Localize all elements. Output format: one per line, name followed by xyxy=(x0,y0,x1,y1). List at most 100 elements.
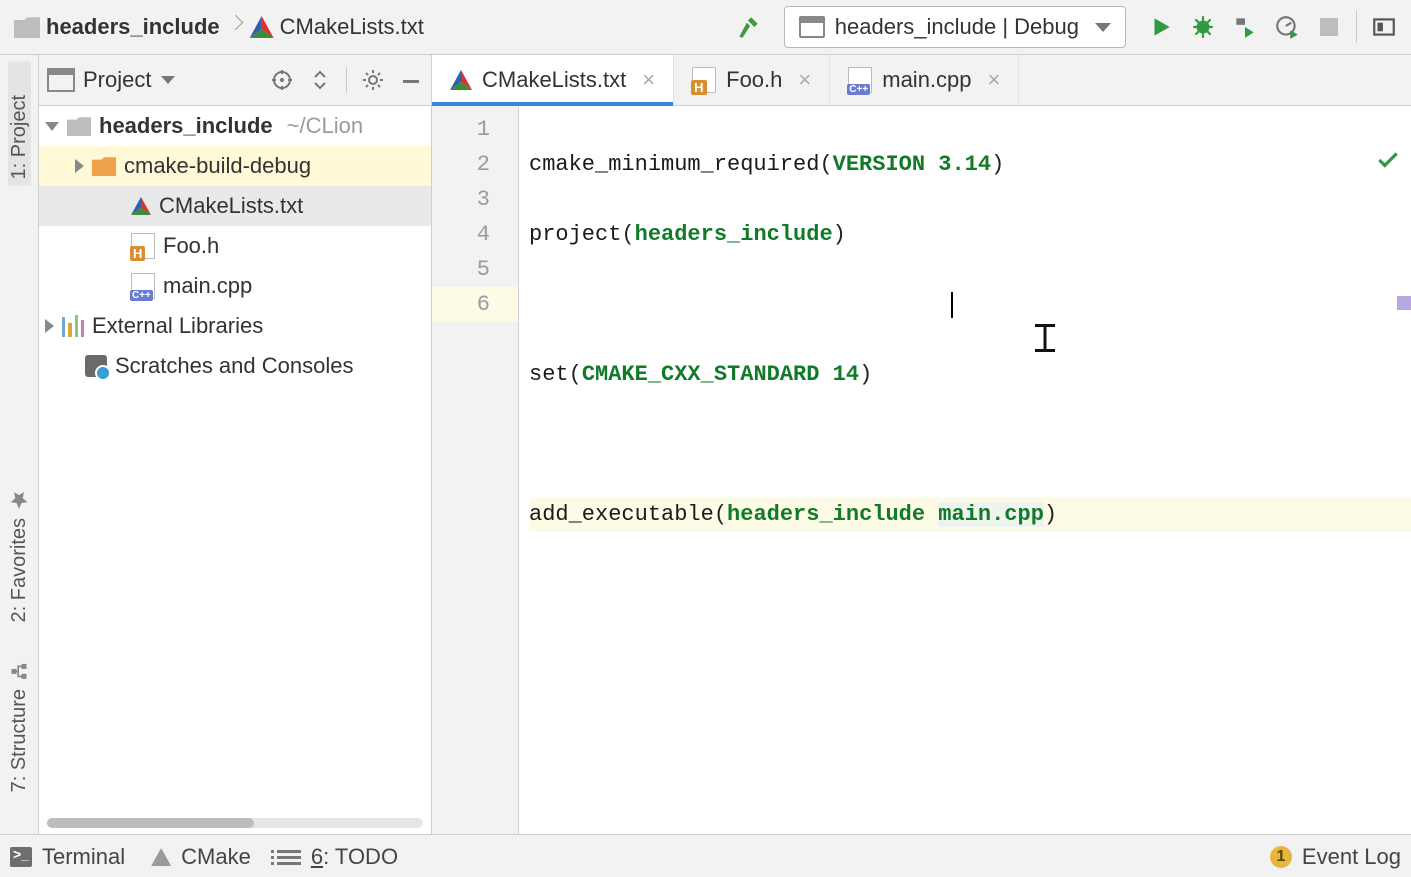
side-tab-favorites-label: 2: Favorites xyxy=(8,518,31,622)
tree-node-external-libraries[interactable]: External Libraries xyxy=(39,306,431,346)
run-button[interactable] xyxy=(1140,6,1182,48)
navigation-breadcrumb: headers_include CMakeLists.txt xyxy=(6,14,424,40)
tree-node-cmakelists[interactable]: CMakeLists.txt xyxy=(39,186,431,226)
locate-file-button[interactable] xyxy=(270,68,294,92)
editor-tab-foo-h[interactable]: Foo.h × xyxy=(674,55,830,105)
gutter-line-number: 6 xyxy=(432,287,518,322)
tree-node-label: main.cpp xyxy=(163,273,252,299)
scrollbar-thumb[interactable] xyxy=(47,818,254,828)
event-log-button[interactable]: 1 Event Log xyxy=(1270,844,1401,870)
expand-arrow-icon[interactable] xyxy=(45,319,54,333)
editor-area: CMakeLists.txt × Foo.h × main.cpp × 1 2 … xyxy=(432,55,1411,834)
project-tree[interactable]: headers_include ~/CLion cmake-build-debu… xyxy=(39,106,431,834)
side-tab-structure[interactable]: 7: Structure xyxy=(8,655,31,798)
editor-tab-label: Foo.h xyxy=(726,67,782,93)
editor-tab-bar: CMakeLists.txt × Foo.h × main.cpp × xyxy=(432,55,1411,106)
tree-node-path-hint: ~/CLion xyxy=(287,113,363,139)
tool-tab-terminal[interactable]: Terminal xyxy=(10,844,125,870)
editor-gutter[interactable]: 1 2 3 4 5 6 xyxy=(432,106,519,834)
build-button[interactable] xyxy=(728,6,770,48)
editor-tab-main-cpp[interactable]: main.cpp × xyxy=(830,55,1019,105)
tree-node-main-cpp[interactable]: main.cpp xyxy=(39,266,431,306)
project-view-selector[interactable]: Project xyxy=(47,67,175,93)
expand-all-button[interactable] xyxy=(308,68,332,92)
run-configuration-selector[interactable]: headers_include | Debug xyxy=(784,6,1126,48)
folder-icon xyxy=(67,116,91,136)
code-token: main.cpp xyxy=(938,502,1044,527)
error-stripe-marker[interactable] xyxy=(1397,296,1411,310)
code-token: headers_include xyxy=(635,222,833,247)
folder-icon xyxy=(14,16,40,38)
project-tool-header: Project xyxy=(39,55,431,106)
analysis-ok-icon[interactable] xyxy=(1243,112,1401,220)
tree-node-label: External Libraries xyxy=(92,313,263,339)
expand-arrow-icon[interactable] xyxy=(45,122,59,131)
cmake-icon xyxy=(250,16,274,38)
code-token: cmake_minimum_required xyxy=(529,152,819,177)
tool-tab-cmake[interactable]: CMake xyxy=(151,844,251,870)
cmake-icon xyxy=(131,197,151,215)
project-tab-icon xyxy=(9,67,29,87)
folder-icon xyxy=(92,156,116,176)
dropdown-arrow-icon xyxy=(161,76,175,84)
header-file-icon xyxy=(131,233,155,259)
project-view-label: Project xyxy=(83,67,151,93)
editor-body: 1 2 3 4 5 6 cmake_minimum_required(VERSI… xyxy=(432,106,1411,834)
breadcrumb-separator-icon xyxy=(230,17,240,37)
notification-badge: 1 xyxy=(1270,846,1292,868)
status-item-label: CMake xyxy=(181,844,251,870)
editor-tab-cmakelists[interactable]: CMakeLists.txt × xyxy=(432,55,674,105)
tree-node-scratches[interactable]: Scratches and Consoles xyxy=(39,346,431,386)
code-token: 3.14 xyxy=(938,152,991,177)
close-tab-button[interactable]: × xyxy=(798,69,811,91)
close-tab-button[interactable]: × xyxy=(988,69,1001,91)
gutter-line-number: 1 xyxy=(432,112,518,147)
cpp-file-icon xyxy=(848,67,872,93)
main-area: 1: Project 2: Favorites 7: Structure Pro… xyxy=(0,55,1411,834)
cmake-icon xyxy=(450,70,472,90)
project-horizontal-scrollbar[interactable] xyxy=(47,818,423,828)
status-item-label: Terminal xyxy=(42,844,125,870)
run-configuration-label: headers_include | Debug xyxy=(835,14,1079,40)
gutter-line-number: 4 xyxy=(432,217,518,252)
code-editor[interactable]: cmake_minimum_required(VERSION 3.14) pro… xyxy=(519,106,1411,834)
dropdown-arrow-icon xyxy=(1095,23,1111,32)
side-tab-project[interactable]: 1: Project xyxy=(8,61,31,185)
list-icon xyxy=(277,850,301,865)
stop-icon xyxy=(1320,18,1338,36)
editor-tab-label: CMakeLists.txt xyxy=(482,67,626,93)
stop-button[interactable] xyxy=(1308,6,1350,48)
main-toolbar: headers_include CMakeLists.txt headers_i… xyxy=(0,0,1411,55)
hide-tool-window-button[interactable] xyxy=(399,68,423,92)
tool-tab-todo[interactable]: 6: TODO xyxy=(277,844,398,870)
terminal-icon xyxy=(10,847,32,867)
close-tab-button[interactable]: × xyxy=(642,69,655,91)
code-token: CMAKE_CXX_STANDARD xyxy=(582,362,820,387)
star-icon xyxy=(9,490,29,510)
todo-text: : TODO xyxy=(323,844,398,869)
tree-node-label: Scratches and Consoles xyxy=(115,353,353,379)
tree-node-project-root[interactable]: headers_include ~/CLion xyxy=(39,106,431,146)
tree-node-label: CMakeLists.txt xyxy=(159,193,303,219)
search-everywhere-button[interactable] xyxy=(1363,6,1405,48)
side-tab-favorites[interactable]: 2: Favorites xyxy=(8,484,31,628)
tree-node-foo-h[interactable]: Foo.h xyxy=(39,226,431,266)
expand-arrow-icon[interactable] xyxy=(75,159,84,173)
debug-button[interactable] xyxy=(1182,6,1224,48)
header-file-icon xyxy=(692,67,716,93)
code-token: set xyxy=(529,362,569,387)
header-separator xyxy=(346,67,347,93)
project-view-icon xyxy=(47,68,75,92)
text-caret xyxy=(951,292,953,318)
breadcrumb-project[interactable]: headers_include xyxy=(46,14,220,40)
cmake-icon xyxy=(151,848,171,866)
tree-node-build-dir[interactable]: cmake-build-debug xyxy=(39,146,431,186)
left-tool-tab-strip: 1: Project 2: Favorites 7: Structure xyxy=(0,55,39,834)
run-with-coverage-button[interactable] xyxy=(1224,6,1266,48)
profile-button[interactable] xyxy=(1266,6,1308,48)
scratches-icon xyxy=(85,355,107,377)
tool-window-settings-button[interactable] xyxy=(361,68,385,92)
breadcrumb-file[interactable]: CMakeLists.txt xyxy=(280,14,424,40)
code-token: add_executable xyxy=(529,502,714,527)
code-token: headers_include xyxy=(727,502,925,527)
